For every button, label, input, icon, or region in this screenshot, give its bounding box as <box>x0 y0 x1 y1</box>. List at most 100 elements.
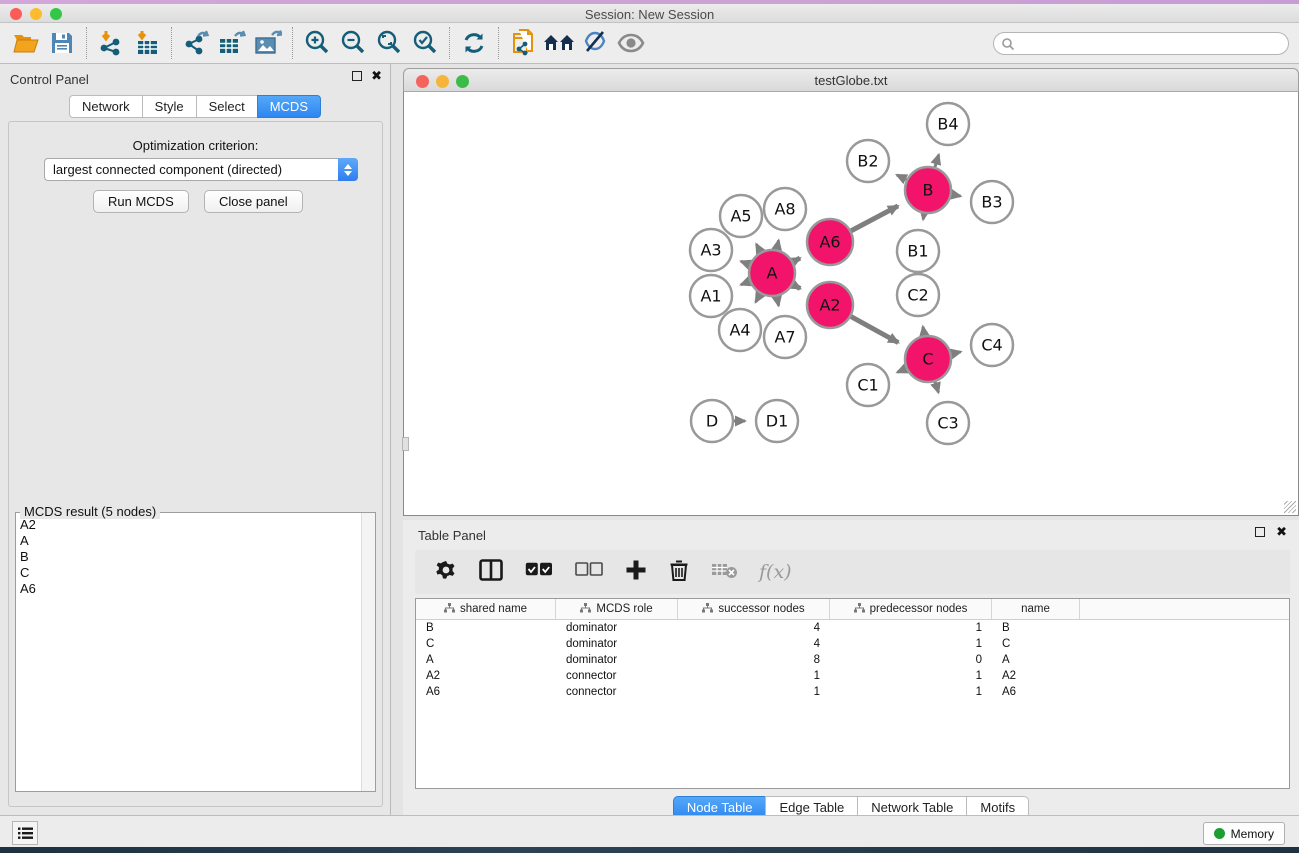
import-table-icon[interactable] <box>129 26 165 60</box>
column-header-successor-nodes[interactable]: successor nodes <box>678 599 830 619</box>
table-row[interactable]: A2connector11A2 <box>416 668 1289 684</box>
cell-shared-name[interactable]: A <box>416 652 556 668</box>
result-list-item[interactable]: A6 <box>20 581 361 597</box>
edge-B-B1[interactable] <box>923 214 924 220</box>
edge-A6-B[interactable] <box>851 206 898 231</box>
result-list-item[interactable]: A2 <box>20 517 361 533</box>
export-network-icon[interactable] <box>178 26 214 60</box>
result-list-item[interactable]: C <box>20 565 361 581</box>
cell-successor-nodes[interactable]: 1 <box>678 684 830 700</box>
edge-B-B4[interactable] <box>935 155 939 167</box>
float-table-panel-icon[interactable] <box>1255 527 1265 537</box>
edge-A-A2[interactable] <box>793 285 800 289</box>
cell-predecessor-nodes[interactable]: 1 <box>830 636 992 652</box>
cell-name[interactable]: C <box>992 636 1080 652</box>
table-row[interactable]: Bdominator41B <box>416 620 1289 636</box>
splitter-handle-left[interactable] <box>402 437 409 451</box>
cell-name[interactable]: A <box>992 652 1080 668</box>
export-image-icon[interactable] <box>250 26 286 60</box>
cell-MCDS-role[interactable]: dominator <box>556 620 678 636</box>
cell-shared-name[interactable]: B <box>416 620 556 636</box>
tab-network[interactable]: Network <box>69 95 142 118</box>
result-list-item[interactable]: B <box>20 549 361 565</box>
column-header-shared-name[interactable]: shared name <box>416 599 556 619</box>
cell-successor-nodes[interactable]: 4 <box>678 620 830 636</box>
zoom-fit-icon[interactable] <box>371 26 407 60</box>
edge-A-A3[interactable] <box>741 261 750 264</box>
memory-button[interactable]: Memory <box>1203 822 1285 845</box>
search-field[interactable] <box>993 32 1289 55</box>
zoom-out-icon[interactable] <box>335 26 371 60</box>
edge-A-A1[interactable] <box>741 281 750 284</box>
apply-function-icon[interactable]: f(x) <box>759 561 792 583</box>
table-row[interactable]: A6connector11A6 <box>416 684 1289 700</box>
new-network-from-selection-icon[interactable] <box>505 26 541 60</box>
add-column-icon[interactable] <box>625 559 647 586</box>
show-column-icon[interactable] <box>479 559 503 586</box>
delete-table-icon[interactable] <box>711 561 737 584</box>
network-window-titlebar[interactable]: testGlobe.txt <box>403 68 1299 92</box>
edge-C-C3[interactable] <box>935 382 938 393</box>
cell-shared-name[interactable]: C <box>416 636 556 652</box>
zoom-in-icon[interactable] <box>299 26 335 60</box>
node-table[interactable]: shared nameMCDS rolesuccessor nodesprede… <box>415 598 1290 789</box>
open-file-icon[interactable] <box>8 26 44 60</box>
mcds-result-list[interactable]: A2ABCA6 <box>16 515 361 789</box>
edge-A-A7[interactable] <box>777 297 779 306</box>
network-graph[interactable]: B4B2BB3A8A5A6A3B1AA1C2A2A4A7C4CC1C3DD1 <box>404 92 1298 514</box>
select-all-checkboxes-icon[interactable] <box>525 562 553 583</box>
result-list-scrollbar[interactable] <box>361 513 375 791</box>
table-row[interactable]: Cdominator41C <box>416 636 1289 652</box>
column-header-predecessor-nodes[interactable]: predecessor nodes <box>830 599 992 619</box>
table-options-gear-icon[interactable] <box>435 559 457 586</box>
hide-graphics-details-icon[interactable] <box>577 26 613 60</box>
show-graphics-details-icon[interactable] <box>613 26 649 60</box>
cell-MCDS-role[interactable]: connector <box>556 668 678 684</box>
close-panel-icon[interactable]: ✖ <box>371 71 382 81</box>
cell-successor-nodes[interactable]: 1 <box>678 668 830 684</box>
cell-MCDS-role[interactable]: dominator <box>556 636 678 652</box>
result-list-item[interactable]: A <box>20 533 361 549</box>
table-header-row[interactable]: shared nameMCDS rolesuccessor nodesprede… <box>416 599 1289 620</box>
edge-A-A6[interactable] <box>793 258 800 262</box>
close-table-panel-icon[interactable]: ✖ <box>1276 527 1287 537</box>
refresh-icon[interactable] <box>456 26 492 60</box>
cell-predecessor-nodes[interactable]: 1 <box>830 668 992 684</box>
zoom-selected-icon[interactable] <box>407 26 443 60</box>
run-mcds-button[interactable]: Run MCDS <box>93 190 189 213</box>
float-panel-icon[interactable] <box>352 71 362 81</box>
search-input[interactable] <box>1015 37 1288 51</box>
cell-predecessor-nodes[interactable]: 0 <box>830 652 992 668</box>
column-header-MCDS-role[interactable]: MCDS role <box>556 599 678 619</box>
edge-C-C1[interactable] <box>897 369 906 373</box>
edge-A-A4[interactable] <box>756 294 761 302</box>
column-header-name[interactable]: name <box>992 599 1080 619</box>
cell-MCDS-role[interactable]: dominator <box>556 652 678 668</box>
network-canvas[interactable]: B4B2BB3A8A5A6A3B1AA1C2A2A4A7C4CC1C3DD1 <box>403 92 1299 516</box>
edge-B-B3[interactable] <box>952 194 961 196</box>
table-row[interactable]: Adominator80A <box>416 652 1289 668</box>
edge-A-A5[interactable] <box>756 244 760 252</box>
cell-successor-nodes[interactable]: 4 <box>678 636 830 652</box>
optimization-criterion-select[interactable]: largest connected component (directed) <box>44 158 358 181</box>
save-session-icon[interactable] <box>44 26 80 60</box>
export-table-icon[interactable] <box>214 26 250 60</box>
cell-predecessor-nodes[interactable]: 1 <box>830 684 992 700</box>
edge-A-A8[interactable] <box>777 240 779 249</box>
task-history-button[interactable] <box>12 821 38 845</box>
close-panel-button[interactable]: Close panel <box>204 190 303 213</box>
cell-predecessor-nodes[interactable]: 1 <box>830 620 992 636</box>
home-layout-icon[interactable] <box>541 26 577 60</box>
edge-B-B2[interactable] <box>897 175 907 180</box>
deselect-all-checkboxes-icon[interactable] <box>575 562 603 583</box>
tab-select[interactable]: Select <box>196 95 257 118</box>
import-network-icon[interactable] <box>93 26 129 60</box>
cell-MCDS-role[interactable]: connector <box>556 684 678 700</box>
delete-columns-icon[interactable] <box>669 559 689 586</box>
edge-A2-C[interactable] <box>851 317 898 343</box>
window-resize-grip[interactable] <box>1284 501 1296 513</box>
cell-name[interactable]: B <box>992 620 1080 636</box>
cell-name[interactable]: A2 <box>992 668 1080 684</box>
select-stepper[interactable] <box>338 158 358 181</box>
cell-successor-nodes[interactable]: 8 <box>678 652 830 668</box>
